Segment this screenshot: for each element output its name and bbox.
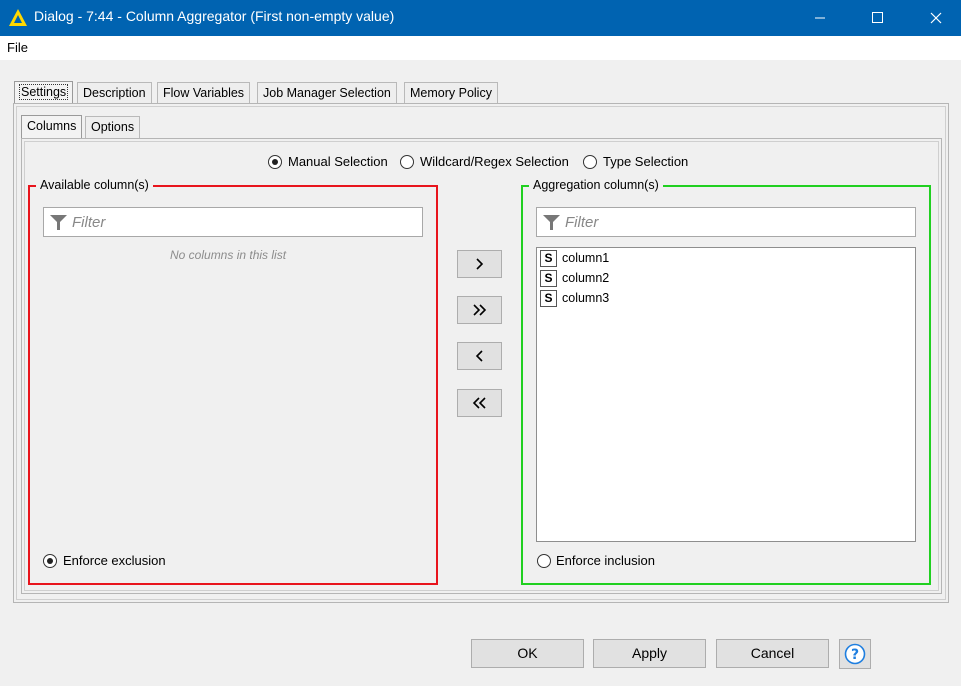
tab-flow-variables[interactable]: Flow Variables (157, 82, 251, 105)
tab-columns[interactable]: Columns (21, 115, 83, 139)
available-filter-input[interactable]: Filter (43, 207, 423, 237)
remove-all-button[interactable] (457, 389, 502, 417)
title-bar: Dialog - 7:44 - Column Aggregator (First… (0, 0, 961, 36)
available-columns-group (28, 185, 438, 585)
double-chevron-left-icon (472, 397, 486, 409)
tab-label: Settings (18, 84, 69, 100)
column-name: column1 (562, 251, 610, 265)
help-button[interactable]: ? (839, 639, 871, 669)
minimize-icon (815, 17, 825, 19)
tab-label: Memory Policy (410, 86, 492, 100)
tab-job-manager-selection[interactable]: Job Manager Selection (257, 82, 397, 105)
tab-label: Columns (27, 119, 77, 133)
filter-placeholder: Filter (565, 214, 599, 231)
help-icon: ? (844, 643, 866, 665)
available-columns-title: Available column(s) (36, 178, 153, 192)
chevron-left-icon (475, 350, 483, 362)
minimize-button[interactable] (797, 0, 843, 36)
window-title: Dialog - 7:44 - Column Aggregator (First… (34, 8, 395, 24)
menu-bar: File (0, 36, 961, 60)
svg-text:?: ? (851, 647, 859, 663)
enforce-inclusion-radio[interactable] (537, 554, 551, 568)
wildcard-regex-radio[interactable] (400, 155, 414, 169)
remove-button[interactable] (457, 342, 502, 370)
list-item-column3[interactable]: S column3 (538, 289, 738, 309)
string-type-icon: S (540, 270, 557, 287)
empty-list-message: No columns in this list (170, 248, 287, 262)
tab-options[interactable]: Options (85, 116, 141, 139)
aggregation-columns-list[interactable]: S column1 S column2 S column3 (536, 247, 916, 542)
tab-label: Options (91, 120, 135, 134)
maximize-button[interactable] (855, 0, 901, 36)
string-type-icon: S (540, 250, 557, 267)
type-selection-radio[interactable] (583, 155, 597, 169)
list-item-column1[interactable]: S column1 (538, 249, 738, 269)
wildcard-regex-label: Wildcard/Regex Selection (420, 154, 569, 169)
manual-selection-radio[interactable] (268, 155, 282, 169)
tab-memory-policy[interactable]: Memory Policy (404, 82, 498, 105)
tab-settings[interactable]: Settings (14, 81, 74, 105)
tab-label: Description (83, 86, 146, 100)
column-name: column3 (562, 291, 610, 305)
enforce-exclusion-radio[interactable] (43, 554, 57, 568)
filter-icon (543, 215, 560, 230)
maximize-icon (872, 12, 883, 23)
enforce-inclusion-label: Enforce inclusion (556, 553, 655, 568)
tab-label: Job Manager Selection (263, 86, 391, 100)
aggregation-columns-title: Aggregation column(s) (529, 178, 663, 192)
menu-file[interactable]: File (7, 40, 28, 55)
chevron-right-icon (475, 258, 483, 270)
string-type-icon: S (540, 290, 557, 307)
apply-button[interactable]: Apply (593, 639, 706, 668)
list-item-column2[interactable]: S column2 (538, 269, 738, 289)
column-name: column2 (562, 271, 610, 285)
type-selection-label: Type Selection (603, 154, 689, 169)
close-button[interactable] (913, 0, 959, 36)
ok-button[interactable]: OK (471, 639, 584, 668)
add-button[interactable] (457, 250, 502, 278)
tab-description[interactable]: Description (77, 82, 152, 105)
cancel-button[interactable]: Cancel (716, 639, 829, 668)
add-all-button[interactable] (457, 296, 502, 324)
close-icon (930, 12, 942, 24)
tab-label: Flow Variables (163, 86, 245, 100)
aggregation-filter-input[interactable]: Filter (536, 207, 916, 237)
enforce-exclusion-label: Enforce exclusion (63, 553, 166, 568)
filter-placeholder: Filter (72, 214, 106, 231)
filter-icon (50, 215, 67, 230)
knime-logo-icon (9, 9, 27, 26)
double-chevron-right-icon (472, 304, 486, 316)
manual-selection-label: Manual Selection (288, 154, 388, 169)
